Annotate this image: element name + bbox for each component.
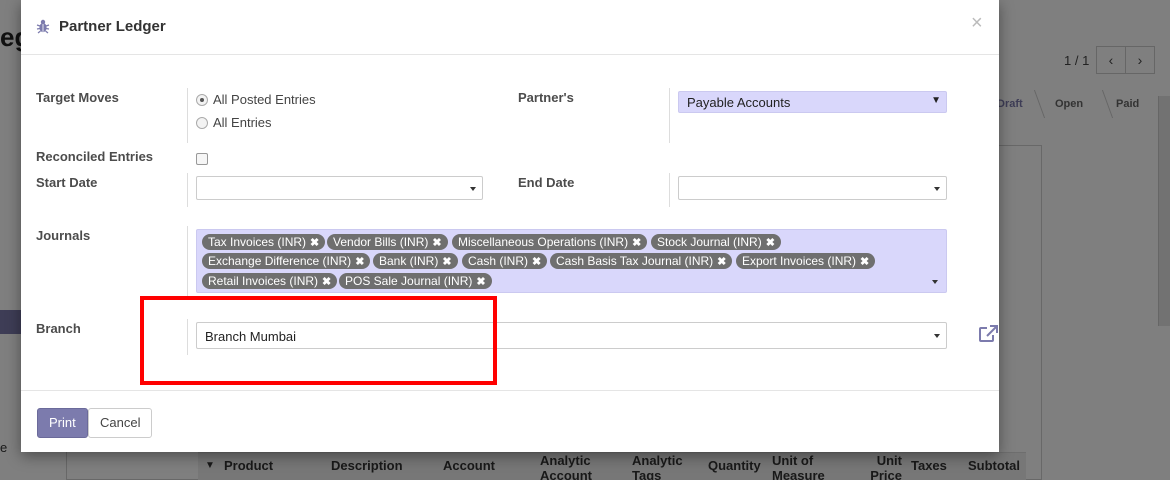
target-moves-label: Target Moves [36, 90, 119, 105]
journal-tag-label: Stock Journal (INR) [657, 235, 762, 249]
chevron-down-icon [470, 187, 476, 191]
external-link-icon[interactable] [978, 325, 998, 343]
journal-tag[interactable]: Cash Basis Tax Journal (INR) ✖ [550, 253, 733, 269]
journal-tag-label: Cash (INR) [468, 254, 529, 268]
branch-select-value: Branch Mumbai [205, 329, 297, 344]
chevron-down-icon: ▼ [931, 95, 941, 106]
dialog-header: Partner Ledger × [21, 0, 999, 55]
journal-tag[interactable]: Export Invoices (INR) ✖ [736, 253, 876, 269]
journal-tag[interactable]: Exchange Difference (INR) ✖ [202, 253, 371, 269]
end-date-field[interactable] [678, 176, 947, 200]
remove-tag-icon[interactable]: ✖ [860, 256, 869, 268]
remove-tag-icon[interactable]: ✖ [632, 237, 641, 249]
partner-ledger-dialog: Partner Ledger × Target Moves All Posted… [21, 0, 999, 452]
close-icon[interactable]: × [971, 12, 983, 35]
branch-label: Branch [36, 321, 81, 336]
partners-select[interactable]: Payable Accounts ▼ [678, 91, 947, 113]
remove-tag-icon[interactable]: ✖ [355, 256, 364, 268]
journal-tag-label: Tax Invoices (INR) [208, 235, 307, 249]
journal-tag[interactable]: Retail Invoices (INR) ✖ [202, 273, 338, 289]
radio-all-entries[interactable] [196, 117, 208, 129]
field-divider [187, 319, 188, 355]
radio-label-all-posted-entries[interactable]: All Posted Entries [213, 92, 316, 107]
journal-tag[interactable]: Tax Invoices (INR) ✖ [202, 234, 326, 250]
remove-tag-icon[interactable]: ✖ [432, 237, 441, 249]
dialog-title: Partner Ledger [59, 18, 166, 35]
chevron-down-icon[interactable] [932, 280, 938, 284]
journal-tag-label: Bank (INR) [379, 254, 439, 268]
journal-tag[interactable]: Bank (INR) ✖ [373, 253, 458, 269]
journal-tag[interactable]: Stock Journal (INR) ✖ [651, 234, 781, 250]
reconciled-entries-label: Reconciled Entries [36, 149, 154, 164]
start-date-field[interactable] [196, 176, 483, 200]
remove-tag-icon[interactable]: ✖ [310, 237, 319, 249]
remove-tag-icon[interactable]: ✖ [442, 256, 451, 268]
bug-icon [36, 19, 50, 34]
field-divider [669, 88, 670, 143]
remove-tag-icon[interactable]: ✖ [766, 237, 775, 249]
end-date-label: End Date [518, 175, 575, 190]
print-button[interactable]: Print [37, 408, 88, 438]
cancel-button[interactable]: Cancel [88, 408, 153, 438]
journal-tag-label: Retail Invoices (INR) [208, 274, 319, 288]
chevron-down-icon [934, 334, 940, 338]
radio-label-all-entries[interactable]: All Entries [213, 115, 272, 130]
field-divider [187, 226, 188, 296]
partners-select-value: Payable Accounts [687, 95, 791, 110]
journal-tag[interactable]: Miscellaneous Operations (INR) ✖ [452, 234, 648, 250]
journal-tag-label: Cash Basis Tax Journal (INR) [556, 254, 714, 268]
journal-tag[interactable]: Vendor Bills (INR) ✖ [327, 234, 448, 250]
radio-all-posted-entries[interactable] [196, 94, 208, 106]
field-divider [187, 173, 188, 207]
journal-tag-label: Exchange Difference (INR) [208, 254, 352, 268]
reconciled-entries-checkbox[interactable] [196, 153, 208, 165]
journals-tag-field[interactable]: Tax Invoices (INR) ✖ Vendor Bills (INR) ✖ … [196, 229, 947, 293]
journal-tag-label: Miscellaneous Operations (INR) [458, 235, 629, 249]
journal-tag-label: Vendor Bills (INR) [333, 235, 429, 249]
remove-tag-icon[interactable]: ✖ [532, 256, 541, 268]
journal-tag[interactable]: Cash (INR) ✖ [462, 253, 548, 269]
dialog-footer: Print Cancel [21, 390, 999, 452]
journal-tag[interactable]: POS Sale Journal (INR) ✖ [339, 273, 492, 289]
remove-tag-icon[interactable]: ✖ [322, 276, 331, 288]
branch-select[interactable]: Branch Mumbai [196, 322, 947, 349]
journal-tag-label: POS Sale Journal (INR) [345, 274, 473, 288]
chevron-down-icon [934, 187, 940, 191]
journals-label: Journals [36, 228, 91, 243]
field-divider [187, 88, 188, 143]
remove-tag-icon[interactable]: ✖ [476, 276, 485, 288]
journal-tag-label: Export Invoices (INR) [742, 254, 857, 268]
field-divider [669, 173, 670, 207]
remove-tag-icon[interactable]: ✖ [717, 256, 726, 268]
start-date-label: Start Date [36, 175, 98, 190]
partners-label: Partner's [518, 90, 574, 105]
